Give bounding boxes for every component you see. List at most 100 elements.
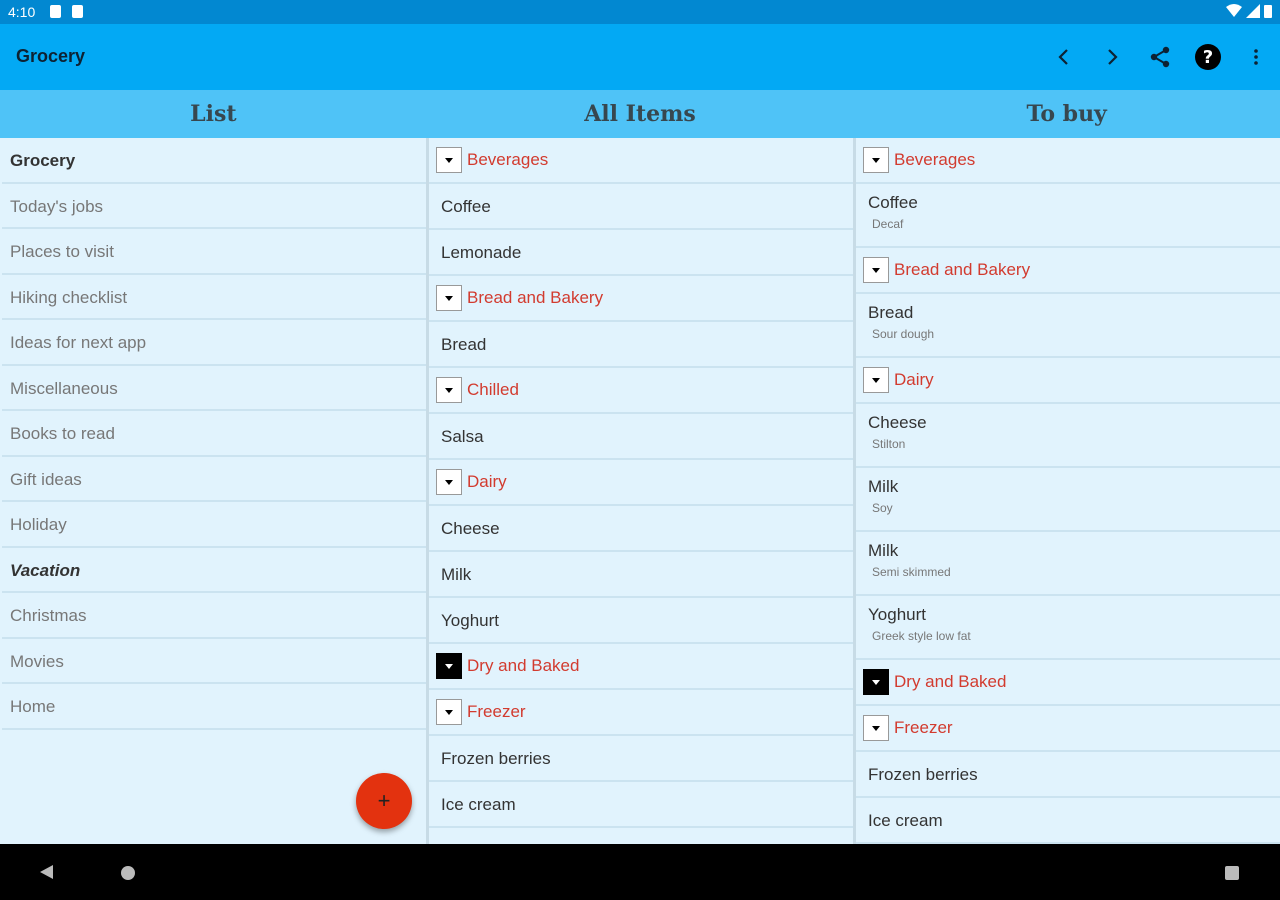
category-row[interactable]: Chilled (429, 368, 853, 414)
category-row[interactable]: Freezer (856, 706, 1280, 752)
triangle-down-icon (872, 725, 880, 731)
category-label: Dairy (467, 472, 507, 491)
item-name: Milk (868, 477, 899, 496)
to-buy-item[interactable]: Milk Soy (856, 468, 1280, 532)
collapse-toggle[interactable] (436, 469, 462, 495)
category-row[interactable]: Dry and Baked (429, 644, 853, 690)
list-item[interactable]: Christmas (2, 593, 426, 639)
item-name: Bread (868, 303, 914, 322)
item-row[interactable]: Frozen berries (856, 752, 1280, 798)
triangle-down-icon (445, 709, 453, 715)
list-item[interactable]: Ideas for next app (2, 320, 426, 366)
share-button[interactable] (1136, 33, 1184, 81)
app-bar: Grocery ? (0, 24, 1280, 90)
header-all-items: All Items (584, 101, 696, 127)
category-row[interactable]: Dairy (429, 460, 853, 506)
back-icon[interactable] (40, 865, 53, 879)
category-row[interactable]: Dry and Baked (856, 660, 1280, 706)
collapse-toggle[interactable] (436, 285, 462, 311)
category-row[interactable]: Beverages (429, 138, 853, 184)
chevron-right-icon (1108, 49, 1118, 65)
category-row[interactable]: Bread and Bakery (856, 248, 1280, 294)
lists-panel: Grocery Today's jobs Places to visit Hik… (2, 138, 426, 844)
list-item[interactable]: Holiday (2, 502, 426, 548)
help-button[interactable]: ? (1184, 33, 1232, 81)
item-row[interactable]: Frozen berries (429, 736, 853, 782)
battery-icon (1264, 5, 1272, 18)
list-item[interactable]: Hiking checklist (2, 275, 426, 320)
recents-icon[interactable] (1225, 866, 1239, 880)
list-item[interactable]: Books to read (2, 411, 426, 457)
item-note: Sour dough (872, 327, 935, 341)
share-icon (1150, 46, 1170, 68)
collapse-toggle[interactable] (436, 699, 462, 725)
list-item[interactable]: Today's jobs (2, 184, 426, 229)
list-item[interactable]: Grocery (2, 138, 426, 184)
triangle-down-icon (872, 377, 880, 383)
overflow-menu-button[interactable] (1232, 33, 1280, 81)
collapse-toggle[interactable] (436, 147, 462, 173)
item-row[interactable]: Bread (429, 322, 853, 368)
category-label: Bread and Bakery (894, 260, 1031, 279)
item-row[interactable]: Ice cream (856, 798, 1280, 844)
category-row[interactable]: Freezer (429, 690, 853, 736)
previous-button[interactable] (1040, 33, 1088, 81)
toolbar-actions: ? (1040, 24, 1280, 90)
item-row[interactable]: Ice cream (429, 782, 853, 828)
item-row[interactable]: Lemonade (429, 230, 853, 276)
column-headers: List All Items To buy (0, 90, 1280, 138)
next-button[interactable] (1088, 33, 1136, 81)
category-row[interactable]: Bread and Bakery (429, 276, 853, 322)
item-note: Semi skimmed (872, 565, 951, 579)
svg-text:?: ? (1203, 47, 1213, 68)
to-buy-panel: Beverages Coffee Decaf Bread and Bakery … (856, 138, 1280, 844)
category-row[interactable]: Dairy (856, 358, 1280, 404)
home-icon[interactable] (121, 866, 135, 880)
item-note: Decaf (872, 217, 904, 231)
sd-card-icon (72, 5, 83, 18)
list-item[interactable]: Places to visit (2, 229, 426, 275)
collapse-toggle[interactable] (863, 715, 889, 741)
item-row[interactable]: Salsa (429, 414, 853, 460)
to-buy-item[interactable]: Bread Sour dough (856, 294, 1280, 358)
triangle-down-icon (445, 157, 453, 163)
add-list-button[interactable]: + (356, 773, 412, 829)
collapse-toggle[interactable] (863, 147, 889, 173)
list-item[interactable]: Vacation (2, 548, 426, 593)
item-row[interactable]: Yoghurt (429, 598, 853, 644)
category-label: Beverages (467, 150, 549, 169)
header-to-buy: To buy (1026, 101, 1107, 127)
collapse-toggle[interactable] (863, 257, 889, 283)
collapse-toggle[interactable] (436, 653, 462, 679)
app-title: Grocery (16, 46, 86, 66)
category-row[interactable]: Beverages (856, 138, 1280, 184)
category-label: Freezer (467, 702, 526, 721)
list-item[interactable]: Miscellaneous (2, 366, 426, 411)
to-buy-item[interactable]: Milk Semi skimmed (856, 532, 1280, 596)
triangle-down-icon (445, 295, 453, 301)
header-list: List (190, 101, 237, 127)
list-item[interactable]: Movies (2, 639, 426, 684)
item-row[interactable]: Milk (429, 552, 853, 598)
category-label: Bread and Bakery (467, 288, 604, 307)
to-buy-item[interactable]: Yoghurt Greek style low fat (856, 596, 1280, 660)
plus-icon: + (377, 788, 391, 813)
category-label: Dry and Baked (467, 656, 580, 675)
item-row[interactable]: Cheese (429, 506, 853, 552)
collapse-toggle[interactable] (863, 367, 889, 393)
collapse-toggle[interactable] (863, 669, 889, 695)
item-row[interactable]: Coffee (429, 184, 853, 230)
category-label: Dry and Baked (894, 672, 1007, 691)
help-icon: ? (1195, 44, 1221, 70)
all-items-panel: Beverages Coffee Lemonade Bread and Bake… (429, 138, 853, 844)
list-item[interactable]: Home (2, 684, 426, 730)
item-name: Yoghurt (868, 605, 926, 624)
to-buy-item[interactable]: Coffee Decaf (856, 184, 1280, 248)
list-item[interactable]: Gift ideas (2, 457, 426, 502)
to-buy-item[interactable]: Cheese Stilton (856, 404, 1280, 468)
collapse-toggle[interactable] (436, 377, 462, 403)
category-label: Dairy (894, 370, 934, 389)
triangle-down-icon (872, 679, 880, 685)
status-time: 4:10 (8, 4, 36, 20)
status-bar: 4:10 (0, 0, 1280, 24)
